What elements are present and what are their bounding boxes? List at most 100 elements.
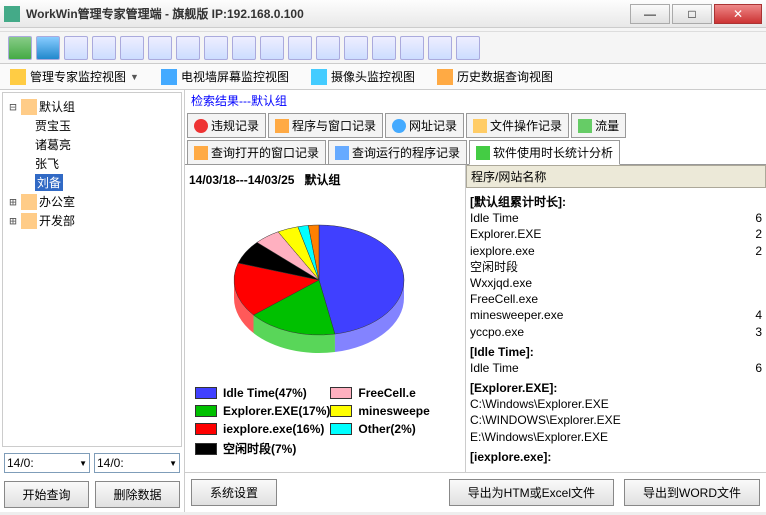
toolbar-icon-3[interactable]	[64, 36, 88, 60]
tree-user[interactable]: 刘备	[7, 173, 177, 192]
toolbar-icon-7[interactable]	[176, 36, 200, 60]
data-row[interactable]: E:\Windows\Explorer.EXE	[470, 429, 762, 445]
date-from[interactable]: 14/0:▼	[4, 453, 90, 473]
legend-swatch	[195, 405, 217, 417]
tab-running-program[interactable]: 查询运行的程序记录	[328, 140, 467, 165]
date-to[interactable]: 14/0:▼	[94, 453, 180, 473]
view-tvwall-label: 电视墙屏幕监控视图	[181, 68, 289, 85]
tree-user[interactable]: 诸葛亮	[7, 135, 177, 154]
main-toolbar	[0, 32, 766, 64]
tvwall-icon	[161, 69, 177, 85]
user-tree[interactable]: ⊟ 默认组 贾宝玉 诸葛亮 张飞 刘备 ⊞	[2, 92, 182, 447]
close-button[interactable]: ✕	[714, 4, 762, 24]
query-button[interactable]: 开始查询	[4, 481, 89, 508]
data-row[interactable]: C:\WINDOWS\Explorer.EXE	[470, 412, 762, 428]
data-row[interactable]: Idle Time6	[470, 210, 762, 226]
tree-user[interactable]: 贾宝玉	[7, 116, 177, 135]
view-history-label: 历史数据查询视图	[457, 68, 553, 85]
toolbar-icon-6[interactable]	[148, 36, 172, 60]
export-word-button[interactable]: 导出到WORD文件	[624, 479, 760, 506]
data-list-header: 程序/网站名称	[466, 165, 766, 188]
tab-url[interactable]: 网址记录	[385, 113, 464, 138]
data-row[interactable]: Wxxjqd.exe	[470, 275, 762, 291]
data-row[interactable]: FreeCell.exe	[470, 291, 762, 307]
data-group-title: [Explorer.EXE]:	[470, 380, 762, 396]
legend-item: 空闲时段(7%)	[195, 438, 330, 459]
maximize-button[interactable]: □	[672, 4, 712, 24]
app-icon	[4, 6, 20, 22]
legend-swatch	[195, 443, 217, 455]
data-row[interactable]: C:\Windows\Explorer.EXE	[470, 396, 762, 412]
dropdown-arrow-icon: ▼	[130, 72, 139, 82]
legend-item: Other(2%)	[330, 420, 455, 438]
process-icon	[335, 146, 349, 160]
data-row[interactable]: yccpo.exe3	[470, 324, 762, 340]
data-row[interactable]: iexplore.exe2	[470, 243, 762, 259]
toolbar-icon-9[interactable]	[232, 36, 256, 60]
tree-root-label: 默认组	[39, 98, 75, 115]
legend-swatch	[330, 405, 352, 417]
data-row[interactable]: Idle Time6	[470, 360, 762, 376]
data-row[interactable]: Explorer.EXE2	[470, 226, 762, 242]
data-row[interactable]: 空闲时段	[470, 259, 762, 275]
window-title: WorkWin管理专家管理端 - 旗舰版 IP:192.168.0.100	[26, 5, 630, 22]
tab-program-window[interactable]: 程序与窗口记录	[268, 113, 383, 138]
view-history[interactable]: 历史数据查询视图	[433, 66, 557, 87]
view-monitor[interactable]: 管理专家监控视图 ▼	[6, 66, 143, 87]
minimize-button[interactable]: —	[630, 4, 670, 24]
data-list-body[interactable]: [默认组累计时长]:Idle Time6Explorer.EXE2iexplor…	[466, 188, 766, 472]
legend-item: FreeCell.e	[330, 384, 455, 402]
monitor-icon	[10, 69, 26, 85]
export-htm-button[interactable]: 导出为HTM或Excel文件	[449, 479, 614, 506]
toolbar-icon-14[interactable]	[372, 36, 396, 60]
toolbar-icon-13[interactable]	[344, 36, 368, 60]
folder-icon	[473, 119, 487, 133]
camera-icon	[311, 69, 327, 85]
data-row[interactable]: minesweeper.exe4	[470, 307, 762, 323]
toolbar-icon-12[interactable]	[316, 36, 340, 60]
legend-swatch	[195, 387, 217, 399]
tab-violation[interactable]: 违规记录	[187, 113, 266, 138]
view-camera-label: 摄像头监控视图	[331, 68, 415, 85]
toolbar-icon-2[interactable]	[36, 36, 60, 60]
tree-root[interactable]: ⊟ 默认组	[7, 97, 177, 116]
toolbar-icon-11[interactable]	[288, 36, 312, 60]
chart-group-name: 默认组	[304, 173, 340, 187]
view-monitor-label: 管理专家监控视图	[30, 68, 126, 85]
toolbar-icon-5[interactable]	[120, 36, 144, 60]
toolbar-icon-15[interactable]	[400, 36, 424, 60]
tab-flow[interactable]: 流量	[571, 113, 626, 138]
view-tvwall[interactable]: 电视墙屏幕监控视图	[157, 66, 293, 87]
legend-item: iexplore.exe(16%)	[195, 420, 330, 438]
delete-button[interactable]: 删除数据	[95, 481, 180, 508]
tab-open-window[interactable]: 查询打开的窗口记录	[187, 140, 326, 165]
legend-swatch	[195, 423, 217, 435]
system-settings-button[interactable]: 系统设置	[191, 479, 277, 506]
chart-legend: Idle Time(47%)Explorer.EXE(17%)iexplore.…	[189, 380, 461, 463]
group-icon	[21, 99, 37, 115]
view-camera[interactable]: 摄像头监控视图	[307, 66, 419, 87]
globe-icon	[392, 119, 406, 133]
toolbar-icon-1[interactable]	[8, 36, 32, 60]
tree-user[interactable]: 张飞	[7, 154, 177, 173]
legend-item: Explorer.EXE(17%)	[195, 402, 330, 420]
dropdown-icon[interactable]: ▼	[169, 459, 177, 468]
legend-swatch	[330, 423, 352, 435]
dropdown-icon[interactable]: ▼	[79, 459, 87, 468]
toolbar-icon-8[interactable]	[204, 36, 228, 60]
legend-item: Idle Time(47%)	[195, 384, 330, 402]
flow-icon	[578, 119, 592, 133]
window-icon	[194, 146, 208, 160]
toolbar-icon-17[interactable]	[456, 36, 480, 60]
toolbar-icon-4[interactable]	[92, 36, 116, 60]
tab-file[interactable]: 文件操作记录	[466, 113, 569, 138]
tree-dev[interactable]: ⊞ 开发部	[7, 211, 177, 230]
tree-office[interactable]: ⊞ 办公室	[7, 192, 177, 211]
legend-item: minesweepe	[330, 402, 455, 420]
chart-date-range: 14/03/18---14/03/25	[189, 173, 294, 187]
toolbar-icon-10[interactable]	[260, 36, 284, 60]
group-icon	[21, 194, 37, 210]
toolbar-icon-16[interactable]	[428, 36, 452, 60]
tab-usage-stats[interactable]: 软件使用时长统计分析	[469, 140, 620, 165]
stop-icon	[194, 119, 208, 133]
